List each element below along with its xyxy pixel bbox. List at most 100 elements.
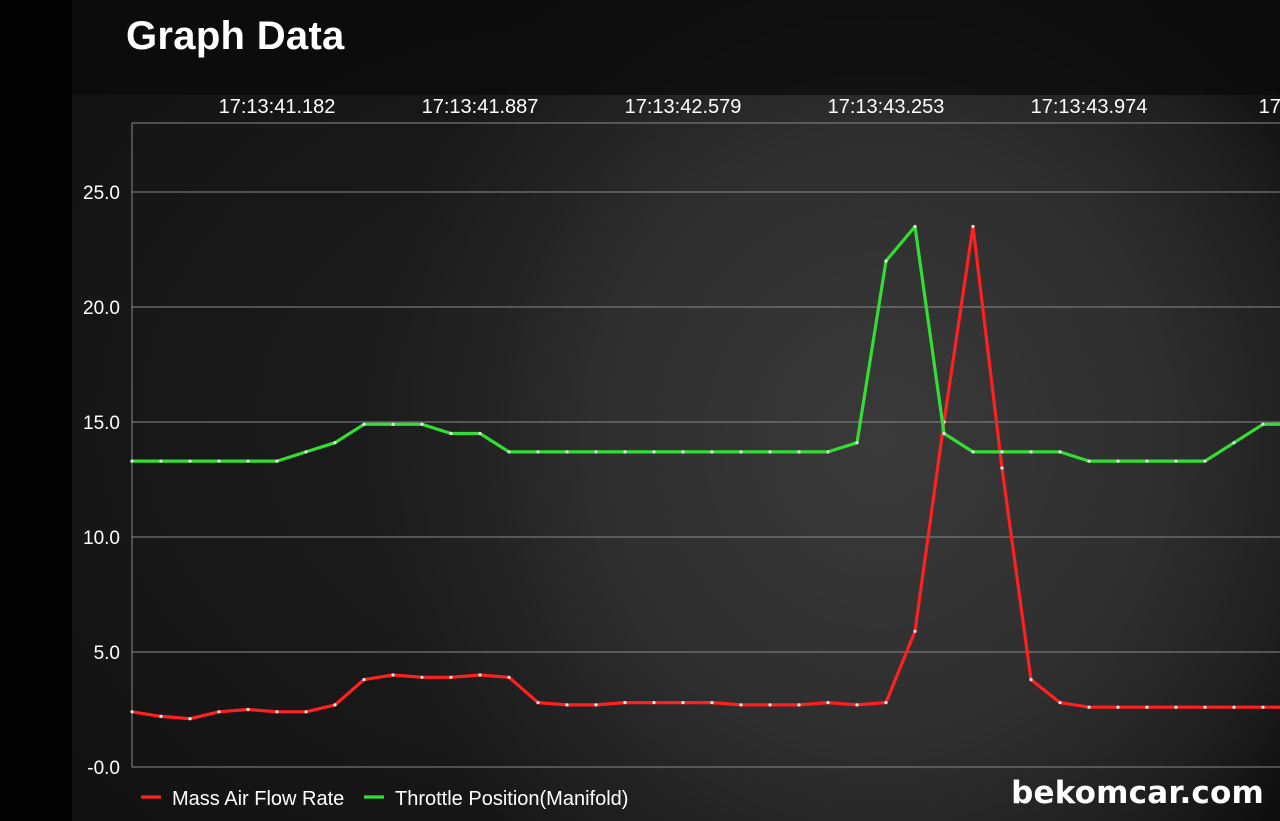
data-point — [797, 450, 801, 454]
data-point — [913, 629, 917, 633]
legend-item: Mass Air Flow Rate — [141, 788, 344, 810]
data-point — [1029, 450, 1033, 454]
data-point — [1145, 459, 1149, 463]
data-point — [449, 675, 453, 679]
y-tick-label: 25.0 — [83, 183, 120, 204]
y-tick-label: 15.0 — [83, 413, 120, 434]
x-tick-label: 17:13:41.887 — [422, 96, 539, 118]
data-point — [681, 701, 685, 705]
data-point — [1087, 459, 1091, 463]
data-point — [188, 717, 192, 721]
data-point — [159, 714, 163, 719]
data-point — [478, 431, 482, 436]
series-mass-air-flow-rate — [130, 224, 1280, 721]
data-point — [768, 703, 772, 707]
data-point — [623, 701, 627, 705]
x-tick-label: 17:13:43.974 — [1031, 96, 1148, 118]
x-tick-label: 17:13:43.253 — [828, 96, 945, 118]
data-point — [130, 710, 134, 714]
data-point — [536, 701, 540, 705]
data-point — [1058, 450, 1062, 454]
data-point — [1116, 459, 1120, 463]
data-point — [710, 701, 714, 705]
data-point — [739, 450, 743, 454]
data-point — [1116, 705, 1120, 709]
data-point — [652, 450, 656, 454]
data-point — [304, 450, 308, 454]
data-point — [1000, 450, 1004, 454]
data-point — [913, 224, 917, 229]
data-point — [1261, 705, 1265, 709]
y-tick-label: 5.0 — [94, 643, 120, 664]
y-tick-label: -0.0 — [87, 758, 120, 779]
data-point — [246, 707, 250, 712]
data-point — [623, 450, 627, 454]
data-point — [652, 701, 656, 705]
data-point — [362, 422, 366, 426]
data-point — [420, 422, 424, 426]
data-point — [1058, 701, 1062, 705]
app-screen: Graph Data -0.0 5.0 10.0 15.0 20.0 25.0 17:13:… — [0, 0, 1280, 821]
data-point — [942, 431, 946, 436]
data-point — [1000, 466, 1004, 470]
data-point — [971, 224, 975, 229]
legend-item: Throttle Position(Manifold) — [364, 788, 628, 810]
series-line — [130, 224, 1280, 721]
legend-label: Mass Air Flow Rate — [172, 788, 344, 810]
data-point — [449, 431, 453, 436]
data-point — [855, 703, 859, 707]
data-point — [536, 450, 540, 454]
data-point — [710, 450, 714, 454]
data-point — [797, 703, 801, 707]
data-point — [565, 703, 569, 707]
data-point — [826, 450, 830, 454]
axis-labels: -0.0 5.0 10.0 15.0 20.0 25.0 17:13:41.182 17:13… — [83, 96, 1280, 779]
data-point — [275, 459, 279, 463]
data-point — [1203, 705, 1207, 709]
data-point — [1232, 705, 1236, 709]
data-point — [217, 459, 221, 463]
data-point — [246, 459, 250, 463]
data-point — [275, 710, 279, 714]
y-tick-label: 20.0 — [83, 298, 120, 319]
data-point — [507, 450, 511, 454]
data-point — [391, 673, 395, 677]
data-point — [594, 450, 598, 454]
data-point — [130, 459, 134, 463]
legend-label: Throttle Position(Manifold) — [395, 788, 628, 810]
data-point — [1029, 678, 1033, 682]
data-point — [391, 422, 395, 426]
data-point — [507, 675, 511, 679]
data-point — [768, 450, 772, 454]
x-tick-label: 17:13:41.182 — [219, 96, 336, 118]
data-point — [333, 441, 337, 445]
data-point — [1203, 459, 1207, 463]
data-point — [826, 701, 830, 705]
legend: Mass Air Flow Rate Throttle Position(Mani… — [141, 788, 628, 810]
data-point — [1232, 441, 1236, 445]
data-point — [333, 703, 337, 707]
line-chart[interactable]: -0.0 5.0 10.0 15.0 20.0 25.0 17:13:41.182 17:13… — [0, 0, 1280, 821]
data-point — [1261, 422, 1265, 426]
data-point — [362, 678, 366, 682]
series-throttle-position — [130, 224, 1280, 463]
data-point — [217, 710, 221, 714]
y-tick-label: 10.0 — [83, 528, 120, 549]
watermark-text: bekomcar.com — [1011, 775, 1264, 811]
data-point — [1145, 705, 1149, 709]
data-point — [304, 710, 308, 714]
grid-lines — [131, 122, 1280, 768]
data-point — [1087, 705, 1091, 709]
series-lines — [130, 224, 1280, 721]
x-tick-label: 17:13:42.579 — [625, 96, 742, 118]
data-point — [739, 703, 743, 707]
data-point — [884, 701, 888, 705]
data-point — [1174, 705, 1178, 709]
data-point — [594, 703, 598, 707]
data-point — [1174, 459, 1178, 463]
data-point — [971, 450, 975, 454]
data-point — [884, 259, 888, 263]
series-line — [130, 224, 1280, 463]
data-point — [681, 450, 685, 454]
data-point — [188, 459, 192, 463]
